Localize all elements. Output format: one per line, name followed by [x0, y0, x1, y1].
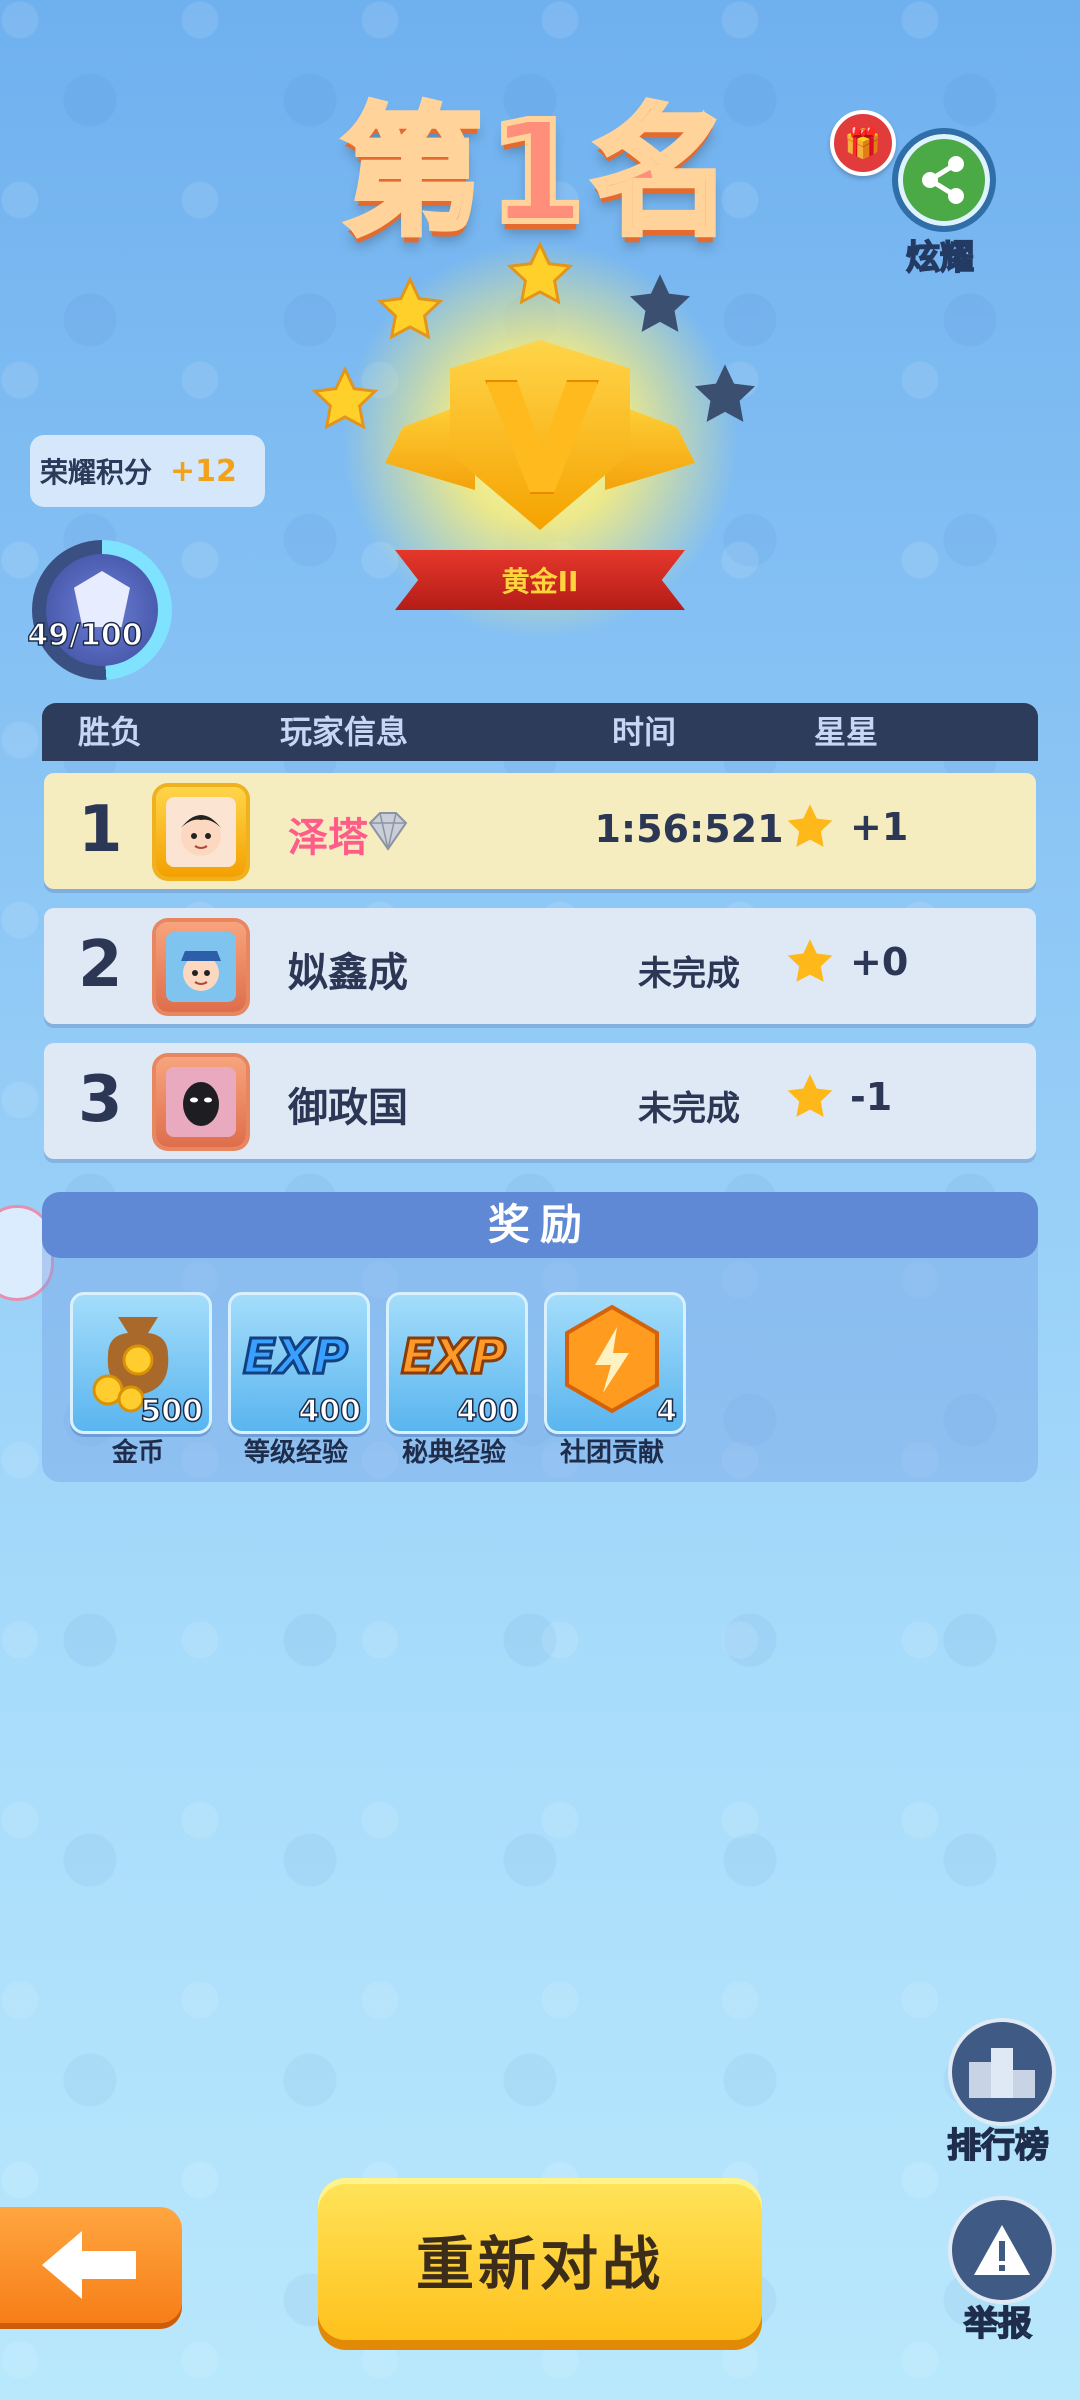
table-row[interactable]: 1 泽塔 1:56:521 +1 [44, 773, 1036, 889]
reward-qty: 4 [655, 1393, 677, 1430]
col-time: 时间 [612, 713, 677, 751]
svg-text:EXP: EXP [401, 1329, 506, 1385]
share-icon [922, 156, 964, 204]
reward-item[interactable]: 4 [544, 1292, 686, 1434]
star-delta-value: +0 [850, 940, 909, 984]
reward-qty: 500 [140, 1393, 204, 1430]
leaderboard-label: 排行榜 [946, 2125, 1050, 2167]
share-group[interactable]: 🎁 炫耀 [830, 110, 996, 280]
row-rank: 2 [78, 928, 123, 1002]
star-delta: +1 [784, 801, 908, 853]
star-icon [787, 1074, 833, 1117]
rank-progress-ring[interactable] [32, 540, 172, 680]
star-delta-value: +1 [850, 805, 909, 849]
star-icon-earned-1 [311, 365, 379, 430]
results-table-header: 胜负 玩家信息 时间 星星 [42, 703, 1038, 761]
reward-item[interactable]: 500 [70, 1292, 212, 1434]
back-button[interactable] [0, 2207, 182, 2323]
boy-face-icon [181, 815, 221, 856]
col-player: 玩家信息 [280, 713, 409, 751]
table-row[interactable]: 2 姒鑫成 未完成 +0 [44, 908, 1036, 1024]
reward-name: 金币 [111, 1438, 164, 1468]
report-label: 举报 [963, 2303, 1033, 2345]
masked-face-icon [183, 1082, 219, 1126]
reward-name: 等级经验 [243, 1438, 348, 1468]
share-button[interactable] [892, 128, 996, 232]
star-icon-earned-3 [506, 240, 574, 305]
col-result: 胜负 [78, 713, 143, 751]
finish-time: 1:56:521 [594, 807, 784, 851]
arrow-left-icon [42, 2231, 136, 2299]
star-icon-earned-2 [376, 275, 444, 340]
reward-qty: 400 [298, 1393, 362, 1430]
finish-time: 未完成 [638, 954, 740, 994]
honor-points-box: 荣耀积分 +12 [30, 435, 265, 507]
reward-qty: 400 [456, 1393, 520, 1430]
reward-name: 社团贡献 [559, 1438, 664, 1468]
report-button[interactable] [948, 2196, 1056, 2304]
star-delta: +0 [784, 936, 908, 988]
tier-trophy: 黄金II [290, 230, 790, 650]
star-delta-value: -1 [850, 1075, 893, 1119]
podium-icon [969, 2048, 1035, 2098]
reward-item[interactable]: EXP 400 [386, 1292, 528, 1434]
player-name: 姒鑫成 [288, 950, 408, 996]
warning-icon [974, 2225, 1030, 2275]
gift-icon: 🎁 [830, 110, 896, 176]
avatar [166, 1067, 236, 1137]
row-rank: 1 [78, 793, 123, 867]
player-name: 御政国 [288, 1085, 408, 1131]
svg-text:EXP: EXP [243, 1329, 348, 1385]
star-delta: -1 [784, 1071, 892, 1123]
table-row[interactable]: 3 御政国 未完成 -1 [44, 1043, 1036, 1159]
star-icon-empty-2 [694, 364, 756, 422]
player-avatar-frame[interactable] [156, 787, 246, 877]
rewards-panel: 奖励 500 金币 EXP 400 等级经验 EXP 400 秘典经验 4 社团… [42, 1192, 1038, 1482]
rewards-title: 奖励 [42, 1192, 1038, 1258]
rematch-button[interactable]: 重新对战 [318, 2178, 762, 2340]
player-avatar-frame[interactable] [156, 1057, 246, 1147]
share-label: 炫耀 [905, 237, 975, 279]
star-icon-empty-1 [629, 274, 691, 332]
honor-delta: +12 [170, 453, 237, 489]
leaderboard-button[interactable] [948, 2018, 1056, 2126]
avatar [166, 932, 236, 1002]
star-icon [787, 804, 833, 847]
rank-progress-text: 49/100 [27, 617, 144, 653]
finish-time: 未完成 [638, 1089, 740, 1129]
police-face-icon [181, 951, 221, 991]
col-stars: 星星 [814, 713, 879, 751]
diamond-rank-icon [368, 812, 408, 851]
reward-name: 秘典经验 [401, 1438, 506, 1468]
avatar [166, 797, 236, 867]
row-rank: 3 [78, 1063, 123, 1137]
player-name: 泽塔 [288, 815, 368, 861]
tier-ribbon: 黄金II [395, 550, 685, 610]
star-icon [787, 939, 833, 982]
player-avatar-frame[interactable] [156, 922, 246, 1012]
reward-item[interactable]: EXP 400 [228, 1292, 370, 1434]
tier-label: 黄金II [501, 565, 579, 598]
honor-label: 荣耀积分 [40, 456, 153, 489]
rematch-label: 重新对战 [415, 2230, 664, 2298]
